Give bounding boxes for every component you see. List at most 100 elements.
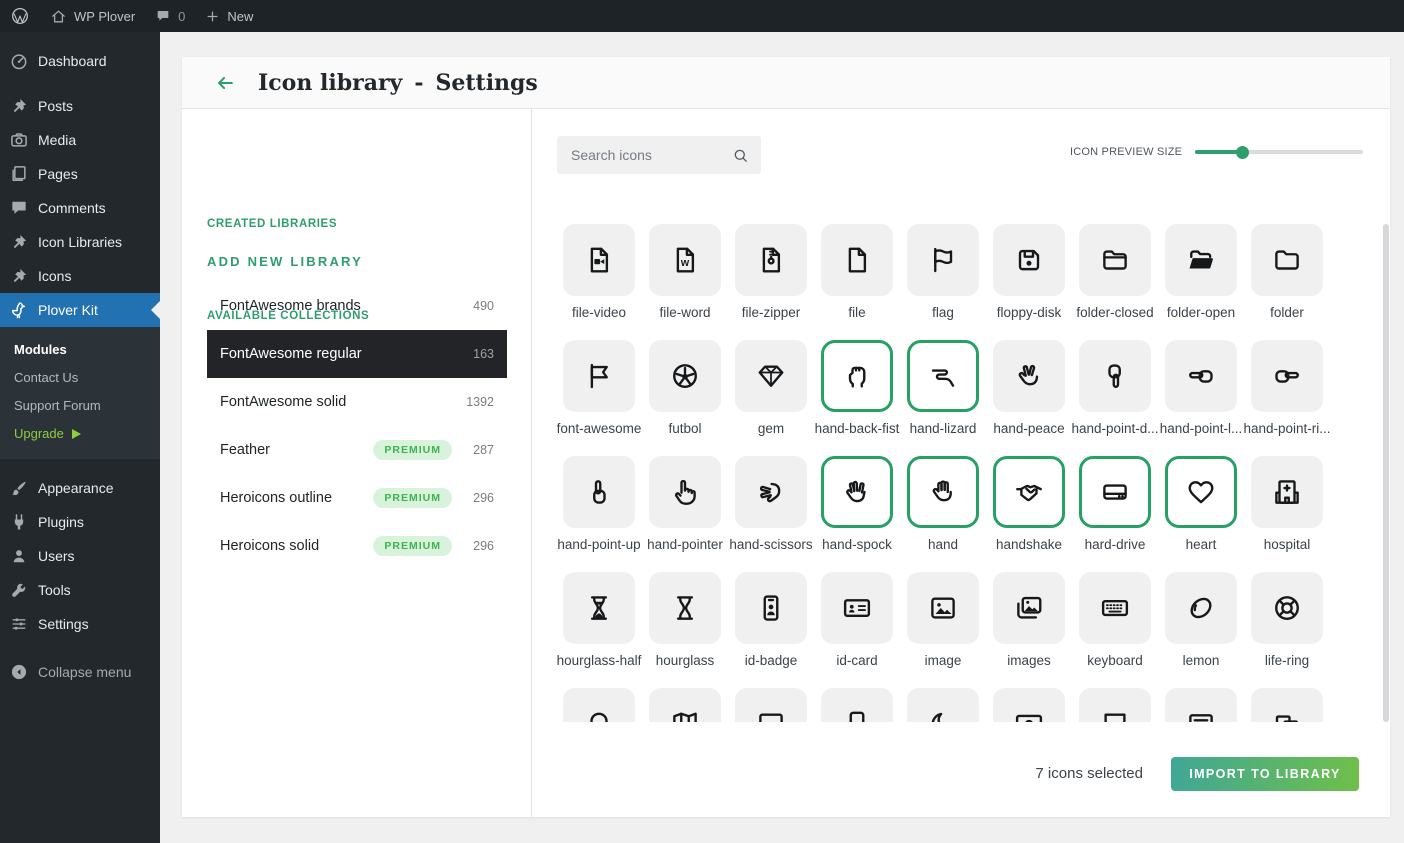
collapse-menu-button[interactable]: Collapse menu (0, 655, 160, 689)
icon-tile-images[interactable] (993, 572, 1065, 644)
sidebar-item-icons[interactable]: Icons (0, 259, 160, 293)
icon-tile-money-bill[interactable] (993, 688, 1065, 722)
comments-count: 0 (178, 9, 185, 24)
sidebar-item-appearance[interactable]: Appearance (0, 471, 160, 505)
icon-tile-gem[interactable] (735, 340, 807, 412)
icon-tile-id-badge[interactable] (735, 572, 807, 644)
sidebar-item-tools[interactable]: Tools (0, 573, 160, 607)
file-zipper-icon (756, 245, 786, 275)
wordpress-logo-menu[interactable] (0, 0, 40, 32)
icon-tile-hourglass-half[interactable] (563, 572, 635, 644)
icon-tile-hand-pointer[interactable] (649, 456, 721, 528)
dashboard-icon (9, 51, 29, 71)
folder-icon (1272, 245, 1302, 275)
upgrade-arrow-icon (72, 429, 81, 439)
site-name-link[interactable]: WP Plover (40, 0, 145, 32)
collapse-icon (9, 662, 29, 682)
icon-tile-note-sticky[interactable] (1079, 688, 1151, 722)
sidebar-item-users[interactable]: Users (0, 539, 160, 573)
icon-tile-file-word[interactable]: w (649, 224, 721, 296)
sidebar-item-settings[interactable]: Settings (0, 607, 160, 641)
icon-tile-folder[interactable] (1251, 224, 1323, 296)
icon-tile-heart[interactable] (1165, 456, 1237, 528)
import-to-library-button[interactable]: IMPORT TO LIBRARY (1171, 757, 1359, 791)
hand-icon (928, 477, 958, 507)
icon-grid-scrollbar[interactable] (1383, 224, 1389, 722)
hand-back-fist-icon (842, 361, 872, 391)
plugins-icon (9, 512, 29, 532)
icon-tile-futbol[interactable] (649, 340, 721, 412)
icon-tile-mobile[interactable] (821, 688, 893, 722)
icon-label-folder: folder (1227, 305, 1347, 320)
new-content-menu[interactable]: New (195, 0, 263, 32)
sidebar-item-media[interactable]: Media (0, 123, 160, 157)
icon-tile-keyboard[interactable] (1079, 572, 1151, 644)
icon-tile-newspaper[interactable] (1165, 688, 1237, 722)
icon-tile-lemon[interactable] (1165, 572, 1237, 644)
icon-preview-size-label: ICON PREVIEW SIZE (1070, 146, 1182, 158)
icon-preview-size-slider[interactable] (1195, 150, 1363, 154)
icon-tile-flag[interactable] (907, 224, 979, 296)
icon-tile-file-video[interactable] (563, 224, 635, 296)
comments-menu[interactable]: 0 (145, 0, 195, 32)
icon-tile-hand-lizard[interactable] (907, 340, 979, 412)
icon-tile-map[interactable] (649, 688, 721, 722)
slider-fill (1195, 150, 1242, 154)
icon-tile-life-ring[interactable] (1251, 572, 1323, 644)
site-name-label: WP Plover (74, 9, 135, 24)
icon-tile-file[interactable] (821, 224, 893, 296)
sidebar-item-dashboard[interactable]: Dashboard (0, 44, 160, 78)
search-input[interactable] (569, 146, 732, 164)
hand-spock-icon (842, 477, 872, 507)
search-icon[interactable] (732, 147, 749, 164)
submenu-item-upgrade[interactable]: Upgrade (0, 420, 160, 448)
sidebar-item-posts[interactable]: Posts (0, 89, 160, 123)
icon-tile-image[interactable] (907, 572, 979, 644)
back-arrow-button[interactable] (214, 72, 236, 94)
icon-tile-file-zipper[interactable] (735, 224, 807, 296)
icon-tile-hand-point-right[interactable] (1251, 340, 1323, 412)
icon-tile-hand-back-fist[interactable] (821, 340, 893, 412)
icon-tile-hourglass[interactable] (649, 572, 721, 644)
icon-tile-hand-point-up[interactable] (563, 456, 635, 528)
sidebar-item-plover-kit[interactable]: Plover Kit (0, 293, 160, 327)
icon-tile-object-group[interactable] (1251, 688, 1323, 722)
icon-tile-floppy-disk[interactable] (993, 224, 1065, 296)
submenu-item-support-forum[interactable]: Support Forum (0, 392, 160, 420)
icon-preview-size-control: ICON PREVIEW SIZE (1070, 146, 1363, 158)
sidebar-item-label: Icon Libraries (38, 234, 122, 250)
icon-tile-handshake[interactable] (993, 456, 1065, 528)
comment-bubble-icon (155, 8, 171, 24)
icon-tile-moon[interactable] (907, 688, 979, 722)
submenu-item-contact-us[interactable]: Contact Us (0, 364, 160, 392)
back-arrow-icon (214, 72, 236, 94)
icon-tile-hard-drive[interactable] (1079, 456, 1151, 528)
icon-tile-lightbulb[interactable] (563, 688, 635, 722)
icon-tile-hospital[interactable] (1251, 456, 1323, 528)
sidebar-item-comments[interactable]: Comments (0, 191, 160, 225)
gem-icon (756, 361, 786, 391)
slider-thumb[interactable] (1236, 146, 1249, 159)
sidebar-item-icon-libraries[interactable]: Icon Libraries (0, 225, 160, 259)
selected-count-text: 7 icons selected (1035, 757, 1143, 791)
icon-tile-hand-point-down[interactable] (1079, 340, 1151, 412)
media-icon (9, 130, 29, 150)
icon-tile-hand-point-left[interactable] (1165, 340, 1237, 412)
plover-icon (9, 300, 29, 320)
icon-tile-hand-scissors[interactable] (735, 456, 807, 528)
icon-tile-folder-open[interactable] (1165, 224, 1237, 296)
users-icon (9, 546, 29, 566)
icon-tile-hand-spock[interactable] (821, 456, 893, 528)
sidebar-item-plugins[interactable]: Plugins (0, 505, 160, 539)
sidebar-item-label: Comments (38, 200, 106, 216)
icon-tile-message[interactable] (735, 688, 807, 722)
sidebar-item-pages[interactable]: Pages (0, 157, 160, 191)
icon-tile-id-card[interactable] (821, 572, 893, 644)
icon-tile-hand[interactable] (907, 456, 979, 528)
money-bill-icon (1014, 709, 1044, 722)
icon-tile-font-awesome[interactable] (563, 340, 635, 412)
submenu-item-modules[interactable]: Modules (0, 336, 160, 364)
icon-tile-hand-peace[interactable] (993, 340, 1065, 412)
icon-tile-folder-closed[interactable] (1079, 224, 1151, 296)
icon-search-box (557, 136, 761, 174)
